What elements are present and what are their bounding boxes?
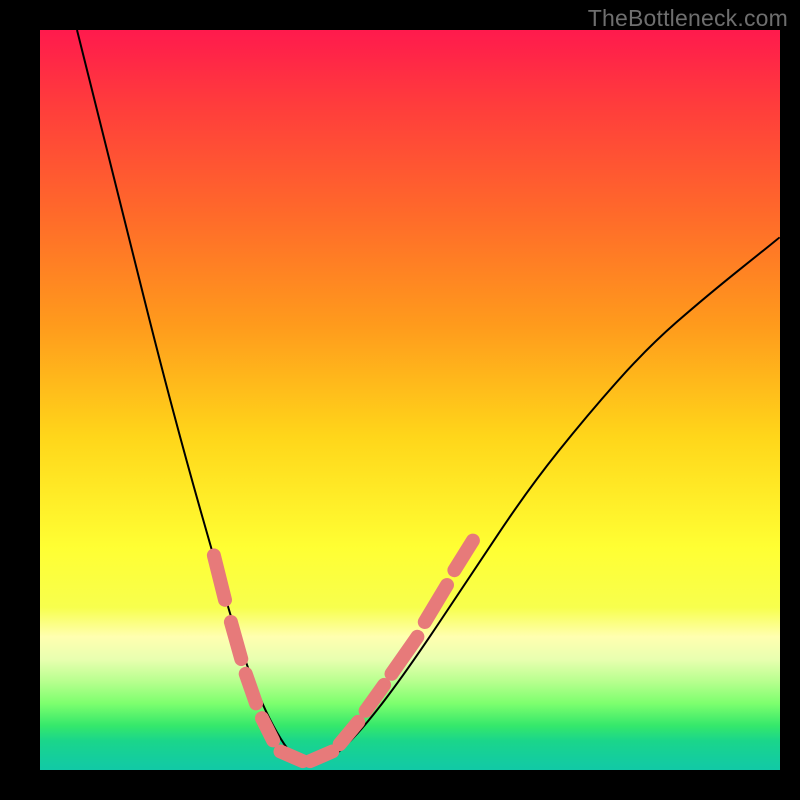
curve-svg: [40, 30, 780, 770]
series-layer: [77, 30, 780, 763]
highlight-dash: [281, 752, 303, 762]
watermark-text: TheBottleneck.com: [588, 5, 788, 32]
highlight-dash: [262, 718, 273, 740]
highlight-dash: [366, 685, 385, 711]
marker-layer: [214, 541, 473, 762]
highlight-dash: [246, 674, 256, 704]
highlight-dash: [392, 637, 418, 674]
plot-area: [40, 30, 780, 770]
chart-frame: TheBottleneck.com: [0, 0, 800, 800]
highlight-dash: [310, 752, 332, 762]
highlight-dash: [214, 555, 225, 599]
highlight-dash: [231, 622, 241, 659]
highlight-dash: [340, 722, 359, 744]
highlight-dash: [454, 541, 473, 571]
bottleneck-curve: [77, 30, 780, 763]
